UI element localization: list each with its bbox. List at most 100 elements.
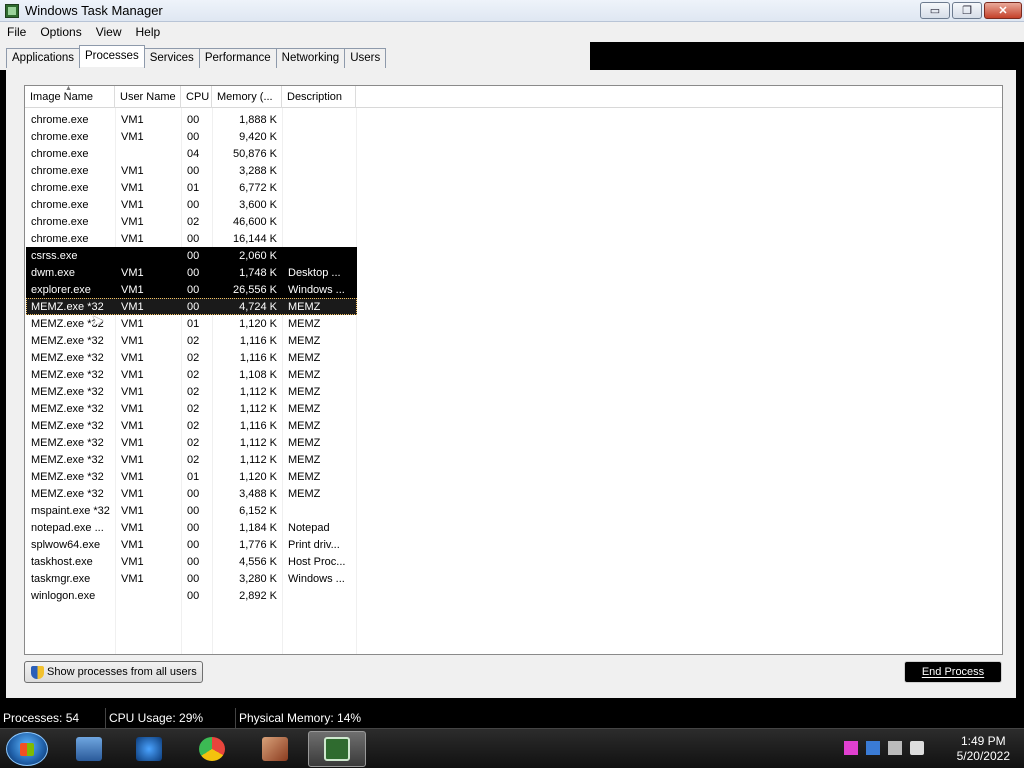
taskbar-explorer[interactable] (60, 731, 118, 767)
title-bar[interactable]: Windows Task Manager ▭ ❐ ✕ (0, 0, 1024, 22)
process-row[interactable]: MEMZ.exe *32 VM1 02 1,116 K MEMZ (26, 332, 357, 349)
tab-services[interactable]: Services (143, 48, 200, 68)
process-user: VM1 (121, 385, 144, 398)
column-image-name[interactable]: ▲ Image Name (25, 86, 115, 108)
tray-app-icon[interactable] (844, 741, 858, 755)
process-memory: 6,152 K (239, 504, 277, 517)
process-description: Print driv... (288, 538, 340, 551)
process-row[interactable]: dwm.exe VM1 00 1,748 K Desktop ... (26, 264, 357, 281)
process-memory: 1,888 K (239, 113, 277, 126)
process-memory: 1,748 K (239, 266, 277, 279)
process-name: MEMZ.exe *32 (31, 470, 104, 483)
process-memory: 1,116 K (239, 351, 277, 364)
menu-options[interactable]: Options (33, 25, 88, 39)
taskbar-task-manager[interactable] (308, 731, 366, 767)
mouse-cursor-icon: ➤ (91, 313, 105, 330)
chrome-icon (199, 737, 225, 761)
process-cpu: 00 (187, 198, 200, 211)
process-name: MEMZ.exe *32 (31, 385, 104, 398)
taskbar-chrome[interactable] (183, 731, 241, 767)
process-cpu: 00 (187, 283, 200, 296)
minimize-button[interactable]: ▭ (920, 2, 950, 19)
process-user: VM1 (121, 334, 144, 347)
process-row[interactable]: MEMZ.exe *32 VM1 02 1,116 K MEMZ (26, 349, 357, 366)
process-row[interactable]: MEMZ.exe *32 VM1 02 1,112 K MEMZ (26, 383, 357, 400)
process-cpu: 00 (187, 555, 200, 568)
tab-networking[interactable]: Networking (275, 48, 346, 68)
process-row[interactable]: explorer.exe VM1 00 26,556 K Windows ... (26, 281, 357, 298)
process-name: MEMZ.exe *32 (31, 419, 104, 432)
tab-performance[interactable]: Performance (198, 48, 277, 68)
action-center-icon[interactable] (866, 741, 880, 755)
process-cpu: 02 (187, 368, 200, 381)
process-row[interactable]: taskmgr.exe VM1 00 3,280 K Windows ... (26, 570, 357, 587)
tab-users[interactable]: Users (344, 48, 387, 68)
process-row[interactable]: chrome.exe VM1 02 46,600 K (26, 213, 357, 230)
taskbar-media-player[interactable] (120, 731, 178, 767)
process-row[interactable]: notepad.exe ... VM1 00 1,184 K Notepad (26, 519, 357, 536)
process-user: VM1 (121, 266, 144, 279)
processes-panel: ▲ Image Name User Name CPU Memory (... D… (6, 70, 1016, 698)
process-row[interactable]: chrome.exe VM1 00 3,288 K (26, 162, 357, 179)
clock[interactable]: 1:49 PM 5/20/2022 (957, 734, 1010, 764)
process-row[interactable]: chrome.exe VM1 00 16,144 K (26, 230, 357, 247)
media-player-icon (136, 737, 162, 761)
process-row[interactable]: MEMZ.exe *32 VM1 02 1,116 K MEMZ (26, 417, 357, 434)
process-memory: 1,120 K (239, 317, 277, 330)
process-cpu: 00 (187, 589, 200, 602)
process-row[interactable]: taskhost.exe VM1 00 4,556 K Host Proc... (26, 553, 357, 570)
process-row[interactable]: MEMZ.exe *32 VM1 01 1,120 K MEMZ (26, 315, 357, 332)
column-user-name[interactable]: User Name (115, 86, 181, 108)
column-memory[interactable]: Memory (... (212, 86, 282, 108)
process-row[interactable]: MEMZ.exe *32 VM1 00 3,488 K MEMZ (26, 485, 357, 502)
process-row[interactable]: winlogon.exe 00 2,892 K (26, 587, 357, 604)
menu-help[interactable]: Help (129, 25, 168, 39)
process-row[interactable]: chrome.exe VM1 00 9,420 K (26, 128, 357, 145)
process-cpu: 00 (187, 521, 200, 534)
process-list[interactable]: ▲ Image Name User Name CPU Memory (... D… (24, 85, 1003, 655)
process-row[interactable]: MEMZ.exe *32 VM1 00 4,724 K MEMZ (26, 298, 357, 315)
process-row[interactable]: chrome.exe VM1 00 3,600 K (26, 196, 357, 213)
tab-applications[interactable]: Applications (6, 48, 81, 68)
process-cpu: 00 (187, 130, 200, 143)
process-user: VM1 (121, 521, 144, 534)
process-memory: 1,184 K (239, 521, 277, 534)
close-button[interactable]: ✕ (984, 2, 1022, 19)
show-all-processes-button[interactable]: Show processes from all users (24, 661, 203, 683)
process-description: MEMZ (288, 402, 321, 415)
process-row[interactable]: MEMZ.exe *32 VM1 02 1,112 K MEMZ (26, 400, 357, 417)
menu-view[interactable]: View (89, 25, 129, 39)
process-cpu: 00 (187, 113, 200, 126)
process-memory: 46,600 K (232, 215, 277, 228)
column-description-label: Description (287, 91, 343, 103)
process-cpu: 02 (187, 334, 200, 347)
column-description[interactable]: Description (282, 86, 356, 108)
menu-bar: File Options View Help (0, 22, 1024, 42)
process-row[interactable]: mspaint.exe *32 VM1 00 6,152 K (26, 502, 357, 519)
process-name: mspaint.exe *32 (31, 504, 110, 517)
process-user: VM1 (121, 351, 144, 364)
process-name: MEMZ.exe *32 (31, 436, 104, 449)
taskbar-paint[interactable] (246, 731, 304, 767)
process-row[interactable]: chrome.exe VM1 01 6,772 K (26, 179, 357, 196)
restore-button[interactable]: ❐ (952, 2, 982, 19)
process-row[interactable]: csrss.exe 00 2,060 K (26, 247, 357, 264)
process-memory: 6,772 K (239, 181, 277, 194)
network-icon[interactable] (888, 741, 902, 755)
process-row[interactable]: MEMZ.exe *32 VM1 02 1,108 K MEMZ (26, 366, 357, 383)
process-memory: 16,144 K (232, 232, 277, 245)
process-row[interactable]: chrome.exe 04 50,876 K (26, 145, 357, 162)
end-process-button[interactable]: End Process (904, 661, 1002, 683)
volume-icon[interactable] (910, 741, 924, 755)
process-row[interactable]: splwow64.exe VM1 00 1,776 K Print driv... (26, 536, 357, 553)
process-name: chrome.exe (31, 215, 89, 228)
start-button[interactable] (6, 732, 48, 766)
tab-processes[interactable]: Processes (79, 45, 145, 67)
process-user: VM1 (121, 181, 144, 194)
process-row[interactable]: MEMZ.exe *32 VM1 02 1,112 K MEMZ (26, 434, 357, 451)
column-cpu[interactable]: CPU (181, 86, 212, 108)
process-row[interactable]: MEMZ.exe *32 VM1 01 1,120 K MEMZ (26, 468, 357, 485)
process-row[interactable]: chrome.exe VM1 00 1,888 K (26, 111, 357, 128)
menu-file[interactable]: File (0, 25, 33, 39)
process-row[interactable]: MEMZ.exe *32 VM1 02 1,112 K MEMZ (26, 451, 357, 468)
